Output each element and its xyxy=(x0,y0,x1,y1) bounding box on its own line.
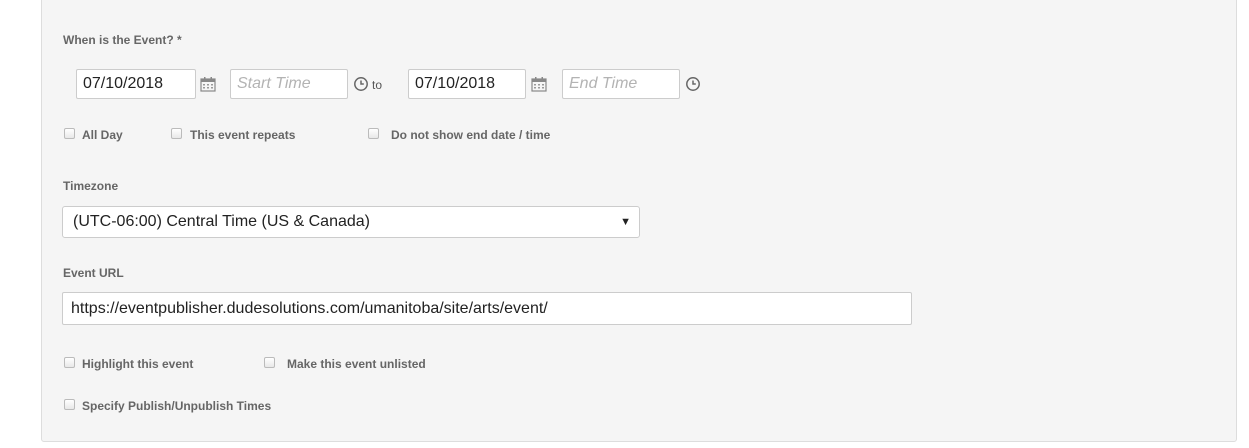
event-url-label: Event URL xyxy=(63,266,124,280)
no-end-label: Do not show end date / time xyxy=(391,128,551,142)
timezone-value: (UTC-06:00) Central Time (US & Canada) xyxy=(73,213,370,230)
unlisted-label: Make this event unlisted xyxy=(287,357,426,371)
end-time-placeholder: End Time xyxy=(569,75,638,92)
highlight-checkbox[interactable] xyxy=(64,357,75,368)
unlisted-checkbox[interactable] xyxy=(264,357,275,368)
clock-icon[interactable] xyxy=(685,76,701,92)
calendar-icon[interactable] xyxy=(531,76,547,92)
all-day-label: All Day xyxy=(82,128,123,142)
publish-times-checkbox[interactable] xyxy=(64,399,75,410)
start-date-input[interactable]: 07/10/2018 xyxy=(76,69,196,99)
event-url-input[interactable]: https://eventpublisher.dudesolutions.com… xyxy=(62,292,912,325)
all-day-checkbox[interactable] xyxy=(64,128,75,139)
start-time-input[interactable]: Start Time xyxy=(230,69,348,99)
publish-times-label: Specify Publish/Unpublish Times xyxy=(82,399,272,413)
repeats-checkbox[interactable] xyxy=(171,128,182,139)
event-details-panel: When is the Event? * 07/10/2018 Start Ti… xyxy=(41,0,1237,442)
start-time-placeholder: Start Time xyxy=(237,75,311,92)
calendar-icon[interactable] xyxy=(200,76,216,92)
timezone-label: Timezone xyxy=(63,179,119,193)
repeats-label: This event repeats xyxy=(190,128,296,142)
end-time-input[interactable]: End Time xyxy=(562,69,680,99)
clock-icon[interactable] xyxy=(353,76,369,92)
no-end-checkbox[interactable] xyxy=(368,128,379,139)
to-text: to xyxy=(372,78,383,92)
when-label: When is the Event? * xyxy=(63,33,182,47)
highlight-label: Highlight this event xyxy=(82,357,194,371)
timezone-select[interactable]: (UTC-06:00) Central Time (US & Canada) ▼ xyxy=(62,206,640,238)
end-date-input[interactable]: 07/10/2018 xyxy=(408,69,526,99)
chevron-down-icon[interactable]: ▼ xyxy=(620,207,631,237)
